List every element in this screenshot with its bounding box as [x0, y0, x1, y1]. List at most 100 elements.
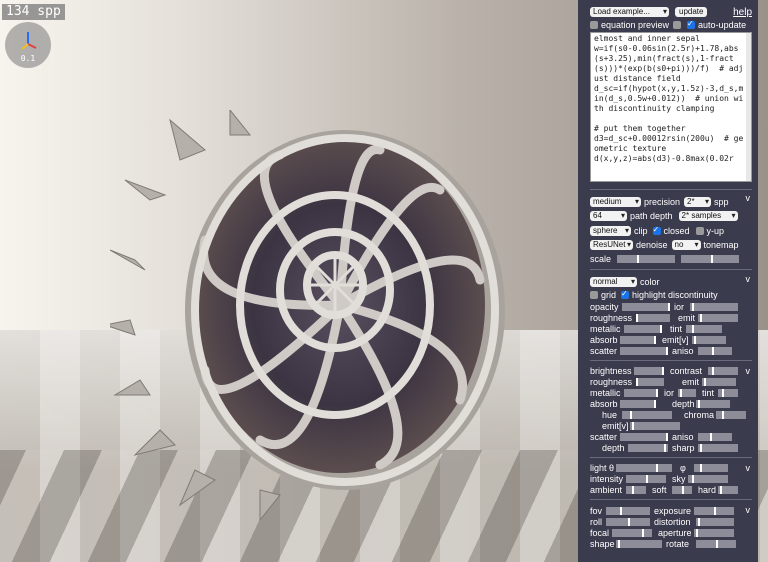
soft-slider[interactable]	[672, 486, 692, 494]
focal-label: focal	[590, 528, 610, 538]
exposure-slider[interactable]	[694, 507, 734, 515]
tint-slider[interactable]	[686, 325, 722, 333]
aperture-slider[interactable]	[694, 529, 734, 537]
quality-select[interactable]: medium	[590, 197, 641, 207]
light-theta-label: light θ	[590, 463, 615, 473]
scale-slider-2[interactable]	[681, 255, 740, 263]
exposure-label: exposure	[654, 506, 692, 516]
closed-checkbox[interactable]	[652, 225, 661, 235]
ior2-slider[interactable]	[678, 389, 696, 397]
divider	[590, 499, 752, 500]
depth2-slider[interactable]	[628, 444, 668, 452]
chroma-slider[interactable]	[716, 411, 746, 419]
fov-slider[interactable]	[606, 507, 650, 515]
spp-label: spp	[714, 197, 729, 207]
ambient-slider[interactable]	[626, 486, 646, 494]
load-example-select[interactable]: Load example...	[590, 7, 669, 17]
divider	[590, 189, 752, 190]
editor-scrollbar[interactable]	[746, 33, 751, 181]
light-phi-label: φ	[680, 463, 686, 473]
y-up-label: y-up	[706, 226, 725, 236]
color-mode-select[interactable]: normal	[590, 277, 637, 287]
sharp-slider[interactable]	[698, 444, 738, 452]
hard-slider[interactable]	[718, 486, 738, 494]
spp-select[interactable]: 2*	[684, 197, 712, 207]
emit-v2-slider[interactable]	[630, 422, 680, 430]
gizmo-scale-label: 0.1	[20, 54, 36, 63]
absorb-label: absorb	[590, 335, 618, 345]
rotate-label: rotate	[666, 539, 690, 549]
equation-preview-label: equation preview	[601, 20, 670, 30]
depth-slider[interactable]	[696, 400, 730, 408]
tonemap-select[interactable]: no	[671, 240, 701, 250]
tint2-slider[interactable]	[718, 389, 738, 397]
auto-update-label: auto-update	[698, 20, 747, 30]
emit2-slider[interactable]	[702, 378, 736, 386]
aniso2-slider[interactable]	[698, 433, 732, 441]
roughness2-slider[interactable]	[636, 378, 664, 386]
absorb-slider[interactable]	[620, 336, 656, 344]
denoise-select[interactable]: ResUNet	[590, 240, 633, 250]
equation-code: elmost and inner sepal w=if(s0-0.06sin(2…	[594, 34, 744, 163]
opacity-slider[interactable]	[622, 303, 670, 311]
scatter2-label: scatter	[590, 432, 618, 442]
ior-slider[interactable]	[690, 303, 738, 311]
emit-slider[interactable]	[698, 314, 738, 322]
path-depth-label: path depth	[630, 211, 673, 221]
soft-label: soft	[652, 485, 667, 495]
sharp-label: sharp	[672, 443, 695, 453]
path-depth-select[interactable]: 64	[590, 211, 627, 221]
precision-label: precision	[644, 197, 681, 207]
absorb2-slider[interactable]	[620, 400, 656, 408]
scale-slider[interactable]	[617, 255, 676, 263]
highlight-discontinuity-checkbox[interactable]	[621, 289, 630, 299]
denoise-label: denoise	[636, 240, 668, 250]
scatter-slider[interactable]	[620, 347, 668, 355]
divider	[590, 360, 752, 361]
roll-slider[interactable]	[606, 518, 650, 526]
scatter2-slider[interactable]	[620, 433, 668, 441]
distortion-label: distortion	[654, 517, 691, 527]
contrast-slider[interactable]	[708, 367, 738, 375]
clip-select[interactable]: sphere	[590, 226, 631, 236]
divider	[590, 457, 752, 458]
brightness-slider[interactable]	[634, 367, 664, 375]
metallic-slider[interactable]	[624, 325, 662, 333]
distortion-slider[interactable]	[696, 518, 734, 526]
rotate-slider[interactable]	[696, 540, 736, 548]
auto-update-checkbox[interactable]	[687, 19, 696, 29]
update-button[interactable]: update	[675, 7, 708, 17]
intensity-slider[interactable]	[626, 475, 666, 483]
emit2-label: emit	[682, 377, 700, 387]
metallic2-slider[interactable]	[624, 389, 658, 397]
focal-slider[interactable]	[612, 529, 652, 537]
shape-slider[interactable]	[616, 540, 662, 548]
control-panel: Load example... update help equation pre…	[578, 0, 758, 562]
metallic-label: metallic	[590, 324, 621, 334]
ior-label: ior	[674, 302, 685, 312]
shape-label: shape	[590, 539, 615, 549]
hue-label: hue	[602, 410, 618, 420]
samples-select[interactable]: 2* samples	[678, 211, 738, 221]
emit-v-label: emit[v]	[662, 335, 689, 345]
y-up-checkbox[interactable]	[695, 227, 704, 235]
equation-editor[interactable]: elmost and inner sepal w=if(s0-0.06sin(2…	[590, 32, 752, 182]
fov-label: fov	[590, 506, 603, 516]
grid-checkbox[interactable]	[590, 291, 598, 299]
divider	[590, 269, 752, 270]
hue-slider[interactable]	[622, 411, 672, 419]
roughness-slider[interactable]	[636, 314, 670, 322]
light-phi-slider[interactable]	[694, 464, 728, 472]
extra-checkbox[interactable]	[673, 21, 682, 29]
light-theta-slider[interactable]	[616, 464, 672, 472]
emit-v2-label: emit[v]	[602, 421, 629, 431]
brightness-label: brightness	[590, 366, 632, 376]
grid-label: grid	[601, 290, 617, 300]
opacity-label: opacity	[590, 302, 619, 312]
help-link[interactable]: help	[733, 7, 752, 18]
sky-slider[interactable]	[688, 475, 728, 483]
equation-preview-checkbox[interactable]	[590, 21, 598, 29]
emit-v-slider[interactable]	[692, 336, 726, 344]
aniso-slider[interactable]	[698, 347, 732, 355]
axis-gizmo[interactable]: 0.1	[5, 22, 51, 68]
